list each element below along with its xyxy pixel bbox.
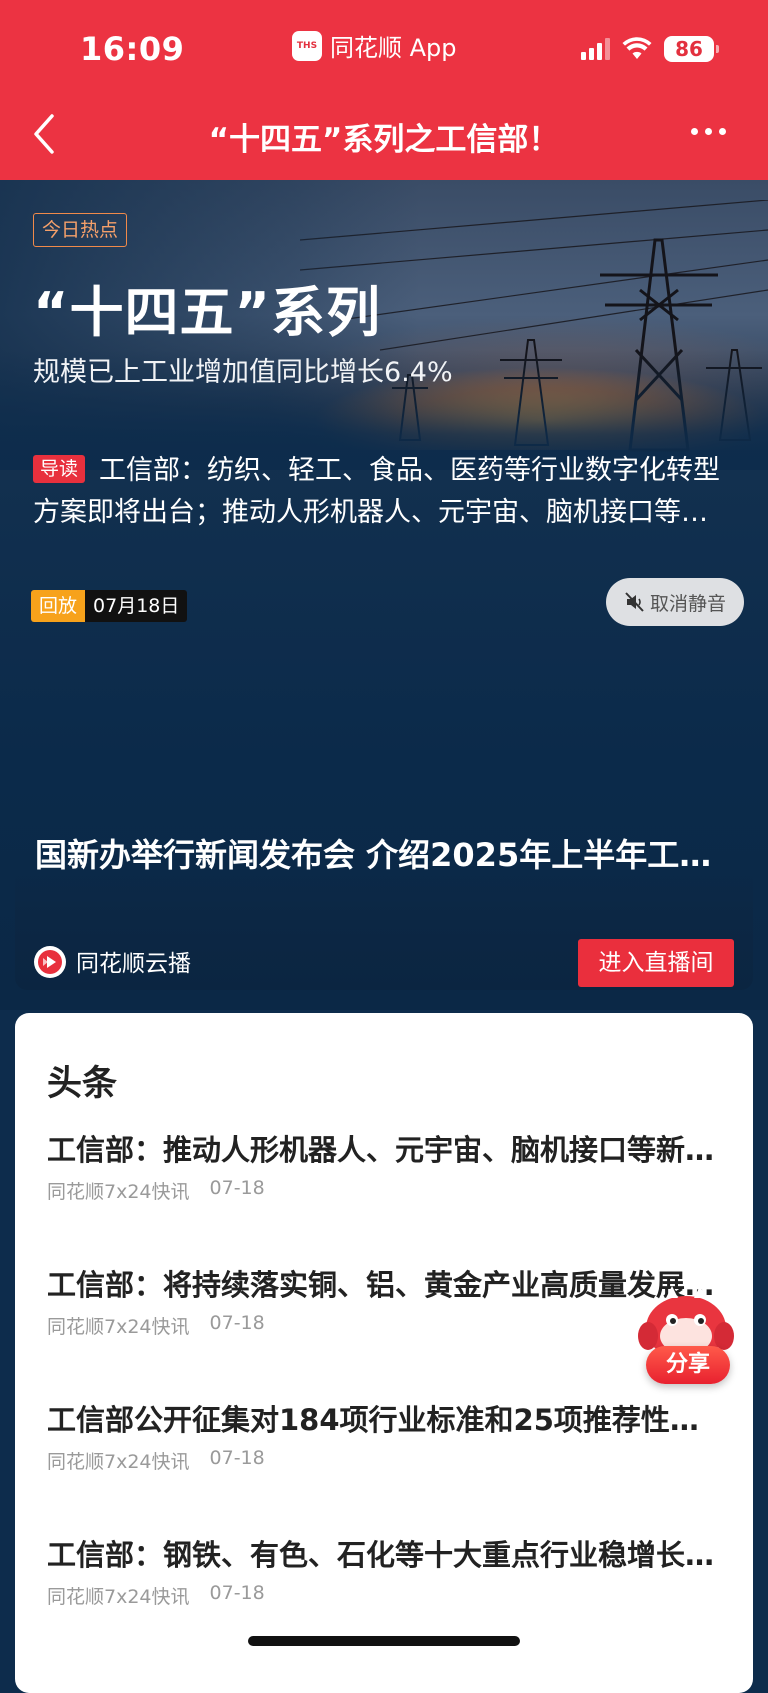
status-time: 16:09 xyxy=(80,30,185,68)
battery-icon: 86 xyxy=(664,36,719,62)
replay-date: 07月18日 xyxy=(85,590,188,622)
today-hot-tag: 今日热点 xyxy=(33,213,128,247)
news-item[interactable]: 工信部公开征集对184项行业标准和25项推荐性国家标准计划项目的意见 同花顺7x… xyxy=(47,1399,727,1474)
unmute-button[interactable]: 取消静音 xyxy=(606,578,744,626)
hero-title: “十四五”系列 xyxy=(33,281,381,344)
guide-summary[interactable]: 导读 工信部：纺织、轻工、食品、医药等行业数字化转型方案即将出台；推动人形机器人、… xyxy=(33,450,733,534)
news-date: 07-18 xyxy=(209,1177,265,1199)
home-indicator[interactable] xyxy=(248,1636,520,1646)
source-name: 同花顺云播 xyxy=(76,951,191,977)
news-date: 07-18 xyxy=(209,1582,265,1604)
live-stream-title[interactable]: 国新办举行新闻发布会 介绍2025年上半年工业和信息化发展情况 xyxy=(35,830,735,876)
news-title: 工信部：钢铁、有色、石化等十大重点行业稳增长工作方案将陆续出台 xyxy=(47,1538,727,1572)
news-date: 07-18 xyxy=(209,1312,265,1334)
headlines-title: 头条 xyxy=(47,1064,118,1104)
wifi-icon xyxy=(622,37,652,59)
news-title: 工信部：将持续落实铜、铝、黄金产业高质量发展实施方案 xyxy=(47,1268,727,1302)
news-title: 工信部：推动人形机器人、元宇宙、脑机接口等新兴产业发展 xyxy=(47,1133,727,1167)
share-floating-button[interactable]: 分享 xyxy=(626,1284,744,1394)
status-app-indicator[interactable]: THS 同花顺 App xyxy=(292,28,457,63)
replay-label: 回放 xyxy=(31,590,86,622)
enter-live-room-button[interactable]: 进入直播间 xyxy=(578,939,734,987)
cloud-broadcast-logo-icon xyxy=(34,946,66,978)
cellular-signal-icon xyxy=(581,38,610,60)
news-item[interactable]: 工信部：将持续落实铜、铝、黄金产业高质量发展实施方案 同花顺7x24快讯 07-1… xyxy=(47,1264,727,1339)
guide-badge: 导读 xyxy=(33,455,86,483)
guide-text: 工信部：纺织、轻工、食品、医药等行业数字化转型方案即将出台；推动人形机器人、元宇… xyxy=(33,455,721,528)
speaker-muted-icon xyxy=(625,592,644,612)
news-title: 工信部公开征集对184项行业标准和25项推荐性国家标准计划项目的意见 xyxy=(47,1403,727,1437)
share-label: 分享 xyxy=(646,1346,730,1384)
news-item[interactable]: 工信部：推动人形机器人、元宇宙、脑机接口等新兴产业发展 同花顺7x24快讯 07-… xyxy=(47,1129,727,1204)
top-bar: 16:09 THS 同花顺 App 86 “十四五”系列之工信部！ xyxy=(0,0,768,180)
page-title: “十四五”系列之工信部！ xyxy=(208,122,560,158)
news-source: 同花顺7x24快讯 xyxy=(47,1181,190,1203)
unmute-label: 取消静音 xyxy=(649,592,726,615)
app-logo-icon: THS xyxy=(292,30,322,61)
news-source: 同花顺7x24快讯 xyxy=(47,1316,190,1338)
news-source: 同花顺7x24快讯 xyxy=(47,1586,190,1608)
live-video-hero[interactable]: 今日热点 “十四五”系列 规模已上工业增加值同比增长6.4% 导读 工信部：纺织、… xyxy=(0,180,768,1010)
news-source: 同花顺7x24快讯 xyxy=(47,1451,190,1473)
status-icons: 86 xyxy=(581,36,719,62)
replay-badge: 回放 07月18日 xyxy=(31,590,188,622)
news-date: 07-18 xyxy=(209,1447,265,1469)
more-options-icon[interactable] xyxy=(691,128,726,135)
status-app-name: 同花顺 App xyxy=(330,34,457,62)
hero-subtitle: 规模已上工业增加值同比增长6.4% xyxy=(33,357,453,388)
news-item[interactable]: 工信部：钢铁、有色、石化等十大重点行业稳增长工作方案将陆续出台 同花顺7x24快… xyxy=(47,1534,727,1609)
